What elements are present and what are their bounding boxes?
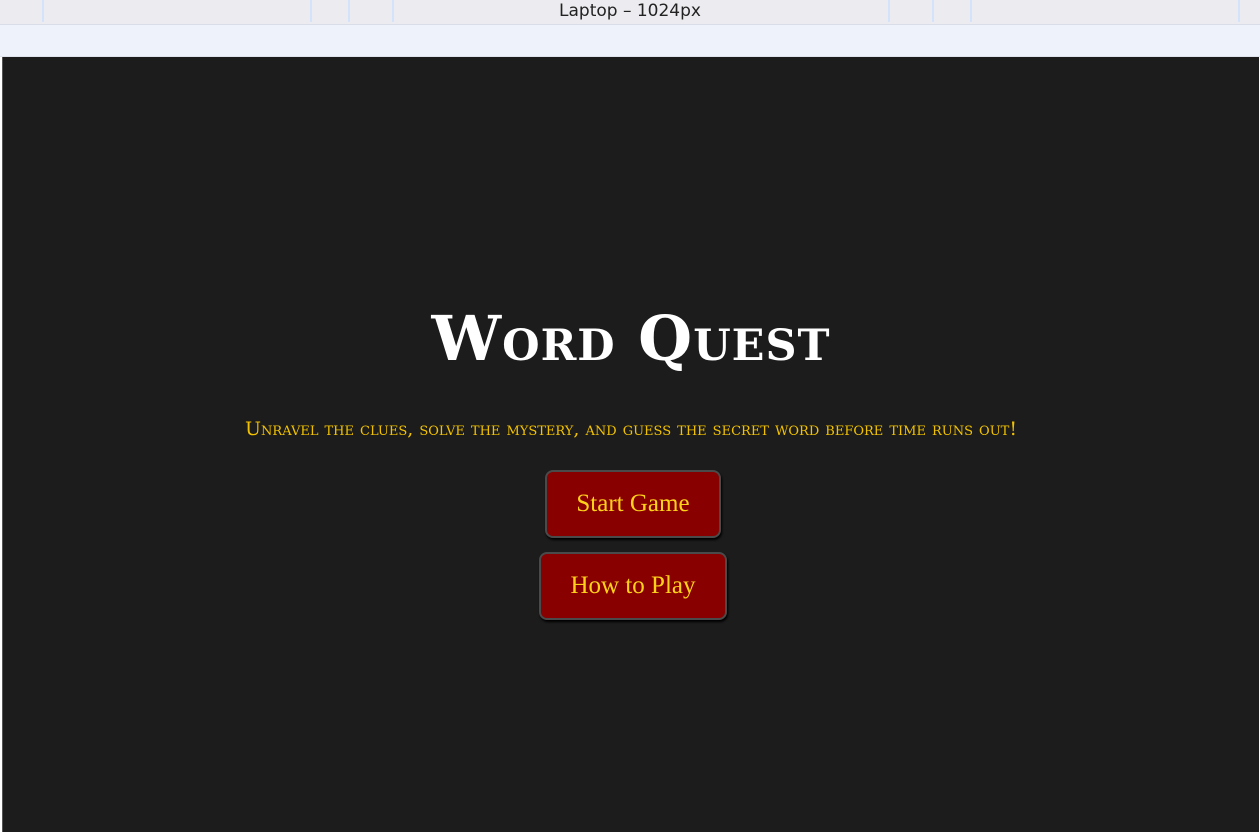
- game-title: Word Quest: [431, 302, 831, 375]
- game-viewport: Word Quest Unravel the clues, solve the …: [2, 57, 1259, 832]
- ruler-bar: [0, 25, 1260, 57]
- game-tagline: Unravel the clues, solve the mystery, an…: [245, 418, 1017, 440]
- responsive-toolbar: Laptop – 1024px: [0, 0, 1260, 25]
- how-to-play-button[interactable]: How to Play: [539, 552, 727, 620]
- viewport-size-label: Laptop – 1024px: [559, 1, 701, 21]
- start-game-button[interactable]: Start Game: [545, 470, 721, 538]
